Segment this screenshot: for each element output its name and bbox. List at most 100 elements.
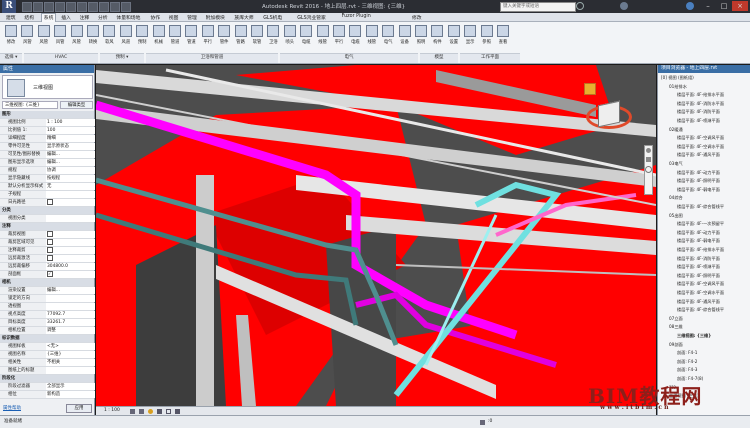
property-value[interactable] [46, 367, 95, 374]
ribbon-button-3[interactable]: 风管 [53, 24, 67, 52]
browser-item[interactable]: 09剖面 [669, 342, 683, 348]
property-value[interactable] [46, 295, 95, 302]
browser-item[interactable]: 08三维 [669, 324, 683, 330]
search-icon[interactable] [576, 2, 584, 10]
ribbon-button-27[interactable]: 设置 [447, 24, 461, 52]
tab-15[interactable]: 修改 [410, 14, 424, 21]
property-value[interactable]: 协调 [46, 167, 95, 174]
property-checkbox[interactable] [47, 231, 53, 237]
browser-item[interactable]: 楼层平面: 4F-消防平面 [677, 109, 720, 115]
property-section[interactable]: 图形 [0, 111, 94, 119]
property-value[interactable] [46, 255, 95, 262]
property-value[interactable]: 1 : 100 [46, 119, 95, 126]
save-icon[interactable] [33, 2, 43, 12]
visual-style-icon[interactable] [139, 409, 144, 414]
lock-3d-icon[interactable] [175, 409, 180, 414]
browser-item[interactable]: 03电气 [669, 161, 683, 167]
browser-item[interactable]: 楼层平面: 4F-综合管线平 [677, 307, 724, 313]
property-value[interactable]: 新构造 [46, 391, 95, 398]
property-section[interactable]: 阶段化 [0, 375, 94, 383]
browser-item[interactable]: 楼层平面: 4F-照明平面 [677, 178, 720, 184]
crop-icon[interactable] [166, 409, 171, 414]
view-scale[interactable]: 1 : 100 [104, 407, 120, 415]
type-selector[interactable]: 三维视图 [2, 75, 93, 99]
property-value[interactable]: 按规程 [46, 175, 95, 182]
zoom-icon[interactable] [645, 166, 652, 173]
undo-icon[interactable] [44, 2, 54, 12]
properties-help-link[interactable]: 属性帮助 [3, 405, 21, 411]
app-logo[interactable]: R [2, 0, 16, 13]
browser-item[interactable]: 楼层平面: 4F-给排水平面 [677, 92, 724, 98]
property-value[interactable] [46, 247, 95, 254]
property-value[interactable]: 100 [46, 127, 95, 134]
browser-item[interactable]: [0] 视图 (图纸组) [661, 75, 694, 81]
browser-item[interactable]: 楼层平面: 4F-空调风平面 [677, 135, 724, 141]
browser-item[interactable]: 楼层平面: 4F-通风平面 [677, 152, 720, 158]
ribbon-button-29[interactable]: 参照 [480, 24, 494, 52]
property-value[interactable]: 显示原状态 [46, 143, 95, 150]
browser-item[interactable]: 楼层平面: 4F-空调水平面 [677, 290, 724, 296]
maximize-button[interactable]: □ [716, 1, 732, 11]
help-icon[interactable] [686, 2, 694, 10]
ribbon-button-24[interactable]: 设备 [398, 24, 412, 52]
property-value[interactable]: 调整 [46, 327, 95, 334]
property-value[interactable]: 编辑... [46, 287, 95, 294]
steering-wheel-icon[interactable] [646, 148, 651, 153]
status-filter-icon[interactable] [480, 420, 485, 425]
property-value[interactable]: 不相关 [46, 359, 95, 366]
tab-12[interactable]: GLS机电 [261, 14, 284, 21]
property-value[interactable] [46, 303, 95, 310]
browser-item[interactable]: 楼层平面: 4F-弱电平面 [677, 238, 720, 244]
view-selector[interactable]: 三维视图: {三维} [2, 101, 58, 109]
property-value[interactable] [46, 231, 95, 238]
property-value[interactable]: ✓ [46, 271, 95, 278]
ribbon-button-22[interactable]: 线管 [365, 24, 379, 52]
navigation-bar[interactable] [644, 145, 653, 195]
property-section[interactable]: 分类 [0, 207, 94, 215]
property-checkbox[interactable] [47, 255, 53, 261]
ribbon-group-3[interactable]: 卫浴和管道 [146, 53, 278, 63]
ribbon-button-16[interactable]: 卫浴 [266, 24, 280, 52]
property-value[interactable] [46, 199, 95, 206]
edit-type-button[interactable]: 编辑类型 [60, 101, 93, 109]
section-icon[interactable] [110, 2, 120, 12]
ribbon-button-17[interactable]: 喷头 [283, 24, 297, 52]
ribbon-button-20[interactable]: 平行 [332, 24, 346, 52]
ribbon-button-19[interactable]: 线管 [316, 24, 330, 52]
tab-14[interactable]: Fuzor Plugin [340, 14, 373, 19]
apply-button[interactable]: 应用 [66, 404, 92, 413]
browser-item[interactable]: 01给排水 [669, 84, 687, 90]
ribbon-button-18[interactable]: 电缆 [299, 24, 313, 52]
tab-11[interactable]: 族库大师 [232, 14, 255, 21]
viewcube[interactable] [578, 75, 638, 135]
tab-0[interactable]: 建筑 [4, 14, 18, 21]
property-value[interactable]: <无> [46, 343, 95, 350]
home-icon[interactable] [584, 83, 596, 95]
property-value[interactable]: 全部显示 [46, 383, 95, 390]
property-value[interactable] [46, 191, 95, 198]
property-section[interactable]: 相机 [0, 279, 94, 287]
tab-1[interactable]: 结构 [22, 14, 36, 21]
ribbon-button-1[interactable]: 风管 [20, 24, 34, 52]
browser-item[interactable]: 楼层平面: 4F-一次预留平 [677, 221, 724, 227]
browser-item[interactable]: 楼层平面: 4F-综合管线平 [677, 204, 724, 210]
close-button[interactable]: × [732, 1, 748, 11]
ribbon-button-13[interactable]: 管件 [217, 24, 231, 52]
property-value[interactable]: {三维} [46, 351, 95, 358]
tab-7[interactable]: 协作 [148, 14, 162, 21]
property-checkbox[interactable] [47, 247, 53, 253]
ribbon-button-30[interactable]: 查看 [496, 24, 510, 52]
tag-icon[interactable] [88, 2, 98, 12]
tab-8[interactable]: 视图 [167, 14, 181, 21]
browser-item[interactable]: 剖面: F4-1 [677, 350, 697, 356]
3d-viewport[interactable] [96, 65, 656, 406]
ribbon-button-7[interactable]: 风道 [119, 24, 133, 52]
browser-item[interactable]: 楼层平面: 4F-动力平面 [677, 170, 720, 176]
property-value[interactable] [46, 239, 95, 246]
user-icon[interactable] [620, 2, 628, 10]
browser-item[interactable]: 楼层平面: 4F-给排水平面 [677, 247, 724, 253]
pan-icon[interactable] [646, 157, 651, 162]
search-input[interactable]: 键入关键字或短语 [500, 2, 576, 12]
ribbon-group-6[interactable]: 工作平面 [460, 53, 520, 63]
browser-item[interactable]: 楼层平面: 4F-空调风平面 [677, 281, 724, 287]
